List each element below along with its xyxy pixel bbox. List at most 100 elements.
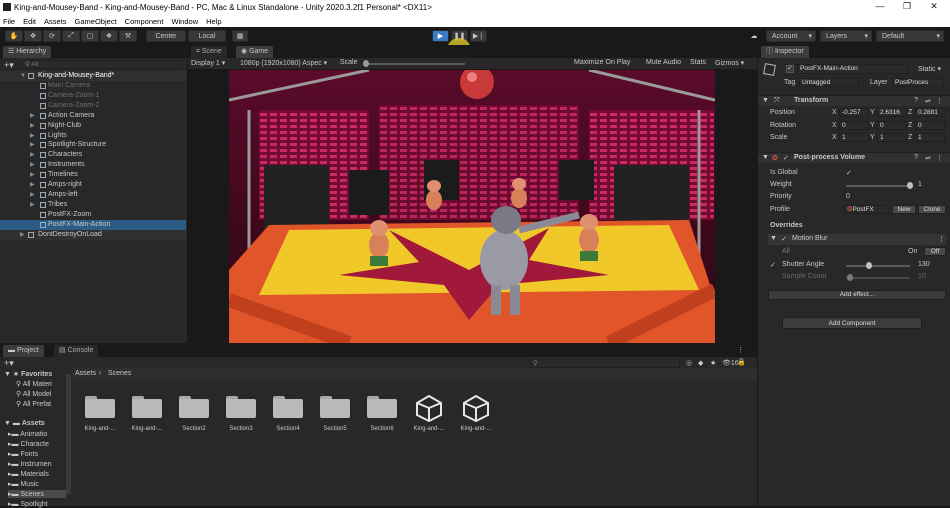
- maximize-button[interactable]: ❐: [900, 1, 914, 12]
- grid-snap-button[interactable]: ▦: [232, 30, 248, 42]
- panel-menu-icon[interactable]: ⋮: [737, 346, 744, 354]
- hand-tool-button[interactable]: ✋: [5, 30, 23, 42]
- menu-assets[interactable]: Assets: [44, 17, 67, 26]
- all-label[interactable]: All: [782, 248, 790, 255]
- transform-y-field[interactable]: 2.6316: [877, 108, 907, 117]
- asset-scene[interactable]: King-and-...: [404, 392, 454, 438]
- shutter-override-checkbox[interactable]: ✓: [770, 261, 776, 269]
- expand-arrow-icon[interactable]: ▶: [30, 170, 36, 180]
- assets-header[interactable]: ▼ ▬ Assets: [4, 420, 45, 427]
- scale-tool-button[interactable]: ⤢: [62, 30, 80, 42]
- expand-arrow-icon[interactable]: ▶: [30, 140, 36, 150]
- object-name-field[interactable]: PostFX-Main-Action: [797, 64, 909, 74]
- hierarchy-item[interactable]: ▶ Tribes: [0, 200, 186, 210]
- asset-folder[interactable]: Section5: [310, 392, 360, 438]
- tab-scene[interactable]: ⌗ Scene: [191, 46, 227, 58]
- add-effect-button[interactable]: Add effect...: [768, 290, 946, 300]
- shutter-angle-slider[interactable]: [846, 262, 910, 269]
- preset-icon[interactable]: ⇌: [925, 154, 931, 162]
- rect-tool-button[interactable]: ▢: [81, 30, 99, 42]
- asset-folder[interactable]: King-and-...: [75, 392, 125, 438]
- profile-clone-button[interactable]: Clone: [918, 205, 946, 214]
- shutter-angle-value[interactable]: 130: [918, 261, 930, 268]
- transform-header[interactable]: ▼ ⤧ Transform ? ⇌ ⋮: [758, 95, 950, 106]
- lock-icon[interactable]: 🔒: [737, 358, 746, 366]
- asset-folder[interactable]: Section3: [216, 392, 266, 438]
- off-button[interactable]: Off: [924, 247, 946, 256]
- mute-audio-toggle[interactable]: Mute Audio: [646, 59, 681, 66]
- stats-toggle[interactable]: Stats: [690, 59, 706, 66]
- transform-y-field[interactable]: 1: [877, 133, 907, 142]
- project-search-input[interactable]: ⚲: [530, 359, 680, 368]
- custom-tool-button[interactable]: ⚒: [119, 30, 137, 42]
- motion-blur-enabled-checkbox[interactable]: ✓: [781, 235, 787, 243]
- gizmos-dropdown[interactable]: Gizmos ▾: [715, 59, 744, 67]
- pivot-center-toggle[interactable]: Center: [146, 30, 186, 42]
- transform-x-field[interactable]: -0.257: [839, 108, 869, 117]
- add-object-button[interactable]: +▾: [4, 60, 14, 71]
- hierarchy-item[interactable]: ▶ Amps-right: [0, 180, 186, 190]
- menu-help[interactable]: Help: [206, 17, 221, 26]
- maximize-on-play-toggle[interactable]: Maximize On Play: [574, 59, 630, 66]
- transform-z-field[interactable]: 1: [915, 133, 945, 142]
- assets-tree-item[interactable]: ▸▬ Characte: [8, 440, 66, 448]
- assets-tree-item[interactable]: ▸▬ Spotlight: [8, 500, 66, 508]
- static-toggle[interactable]: Static ▾: [918, 65, 941, 73]
- favorites-item[interactable]: ⚲ All Model: [16, 390, 51, 398]
- hierarchy-item[interactable]: ▶ Amps-left: [0, 190, 186, 200]
- hierarchy-dontdestroy-row[interactable]: ▶ DontDestroyOnLoad: [0, 230, 186, 240]
- tree-scrollbar[interactable]: [66, 374, 71, 494]
- expand-arrow-icon[interactable]: ▶: [30, 131, 36, 141]
- filter-label-icon[interactable]: ◆: [698, 359, 703, 367]
- transform-z-field[interactable]: 0: [915, 120, 945, 130]
- transform-x-field[interactable]: 1: [839, 133, 869, 142]
- expand-arrow-icon[interactable]: ▶: [30, 200, 36, 210]
- tag-dropdown[interactable]: Untagged: [799, 78, 859, 87]
- hierarchy-search-input[interactable]: ⚲ All: [22, 60, 182, 69]
- space-local-toggle[interactable]: Local: [188, 30, 226, 42]
- expand-arrow-icon[interactable]: ▶: [30, 121, 36, 131]
- hierarchy-item[interactable]: Main Camera: [0, 81, 186, 91]
- asset-folder[interactable]: King-and-...: [122, 392, 172, 438]
- display-dropdown[interactable]: Display 1 ▾: [191, 59, 225, 67]
- resolution-dropdown[interactable]: 1080p (1920x1080) Aspec ▾: [240, 59, 327, 67]
- tab-hierarchy[interactable]: ☰ Hierarchy: [3, 46, 52, 58]
- breadcrumb-scenes[interactable]: Scenes: [108, 370, 131, 377]
- hierarchy-item[interactable]: ▶ Spotlight-Structure: [0, 140, 186, 150]
- tab-console[interactable]: ▤ Console: [54, 345, 99, 357]
- step-button[interactable]: ▶❘: [470, 30, 487, 42]
- expand-arrow-icon[interactable]: ▶: [30, 190, 36, 200]
- weight-value[interactable]: 1: [918, 181, 922, 188]
- volume-enabled-checkbox[interactable]: ✓: [783, 154, 789, 162]
- breadcrumb-assets[interactable]: Assets: [75, 370, 96, 377]
- menu-edit[interactable]: Edit: [23, 17, 36, 26]
- sample-count-slider-thumb[interactable]: [846, 274, 853, 281]
- menu-gameobject[interactable]: GameObject: [75, 17, 117, 26]
- assets-tree-item[interactable]: ▸▬ Fonts: [8, 450, 66, 458]
- scale-slider-thumb[interactable]: [363, 60, 369, 67]
- game-render-image[interactable]: [229, 70, 715, 343]
- favorite-star-icon[interactable]: ★: [710, 359, 716, 367]
- hierarchy-item[interactable]: Camera-Zoom-2: [0, 101, 186, 111]
- hierarchy-item[interactable]: ▶ Timelines: [0, 170, 186, 180]
- hierarchy-item[interactable]: ▶ Action Camera: [0, 111, 186, 121]
- preset-icon[interactable]: ⇌: [925, 97, 931, 105]
- play-button[interactable]: ▶: [432, 30, 449, 42]
- add-component-button[interactable]: Add Component: [782, 317, 922, 329]
- expand-arrow-icon[interactable]: ▶: [30, 111, 36, 121]
- shutter-angle-slider-thumb[interactable]: [866, 262, 873, 269]
- hierarchy-item[interactable]: ▶ Night-Club: [0, 121, 186, 131]
- filter-type-icon[interactable]: ◎: [686, 359, 692, 367]
- move-tool-button[interactable]: ✥: [24, 30, 42, 42]
- active-checkbox[interactable]: ✓: [786, 65, 794, 73]
- tab-project[interactable]: ▬ Project: [3, 345, 44, 357]
- hierarchy-item[interactable]: ▶ Characters: [0, 150, 186, 160]
- more-options-icon[interactable]: ⋮: [938, 235, 945, 243]
- help-icon[interactable]: ?: [914, 154, 918, 161]
- postprocess-volume-header[interactable]: ▼ ❂ ✓ Post-process Volume ? ⇌ ⋮: [758, 152, 950, 163]
- expand-arrow-icon[interactable]: ▶: [30, 150, 36, 160]
- help-icon[interactable]: ?: [914, 97, 918, 104]
- profile-new-button[interactable]: New: [892, 205, 916, 214]
- close-button[interactable]: ✕: [927, 1, 941, 12]
- asset-folder[interactable]: Section4: [263, 392, 313, 438]
